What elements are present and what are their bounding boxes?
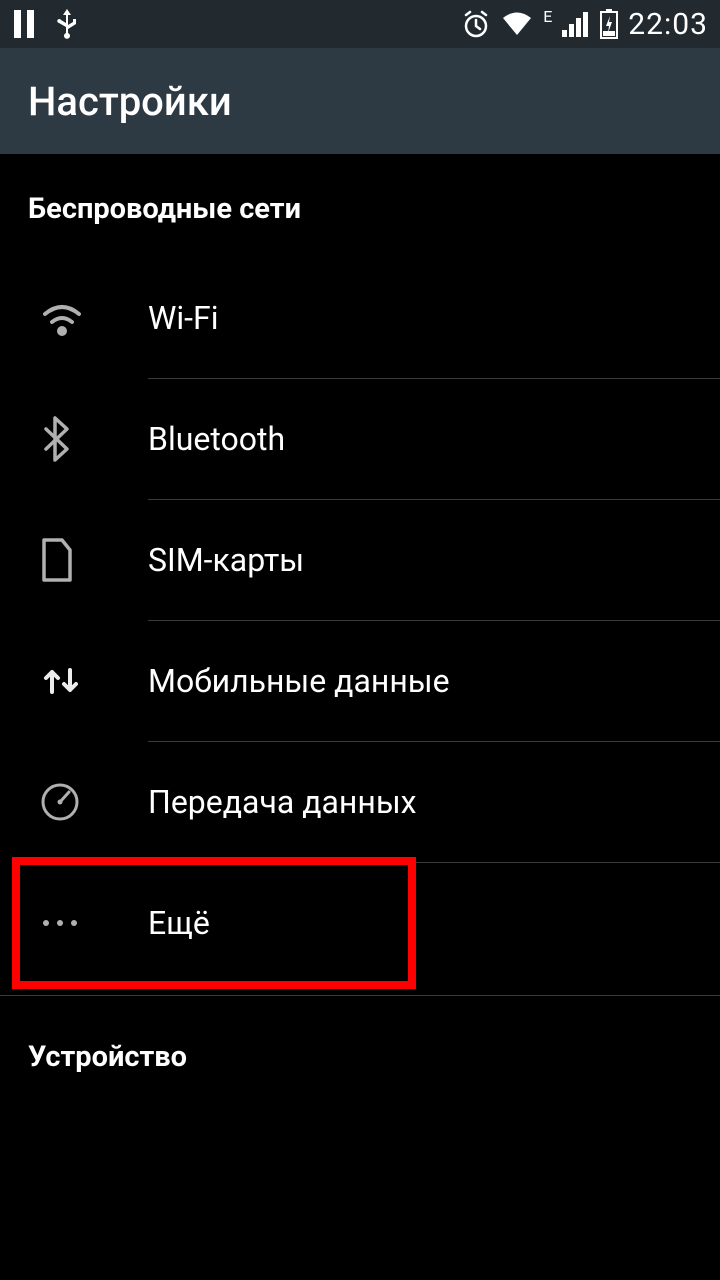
alarm-icon [461, 9, 491, 39]
sim-icon [40, 538, 74, 582]
settings-item-data-usage[interactable]: Передача данных [0, 742, 720, 862]
more-icon [40, 918, 80, 928]
settings-content: Беспроводные сети Wi-Fi Bluetooth SIM-ка… [0, 154, 720, 1094]
wifi-icon [501, 11, 533, 37]
network-type-label: E [543, 7, 552, 26]
settings-item-label: Передача данных [148, 783, 417, 821]
settings-item-wifi[interactable]: Wi-Fi [0, 258, 720, 378]
status-bar: E 22:03 [0, 0, 720, 48]
section-header-wireless: Беспроводные сети [0, 154, 720, 258]
settings-item-bluetooth[interactable]: Bluetooth [0, 379, 720, 499]
settings-item-label: SIM-карты [148, 541, 304, 579]
wifi-icon [40, 300, 84, 336]
gauge-icon [40, 782, 80, 822]
pause-icon [12, 10, 36, 38]
status-time: 22:03 [628, 7, 708, 42]
signal-icon [562, 11, 590, 37]
settings-item-label: Ещё [148, 904, 210, 942]
bluetooth-icon [40, 416, 70, 462]
page-title: Настройки [28, 78, 232, 125]
settings-item-sim[interactable]: SIM-карты [0, 500, 720, 620]
app-bar: Настройки [0, 48, 720, 154]
battery-icon [600, 9, 618, 39]
settings-item-label: Мобильные данные [148, 662, 450, 700]
settings-item-label: Wi-Fi [148, 299, 218, 337]
settings-item-mobile-data[interactable]: Мобильные данные [0, 621, 720, 741]
settings-item-label: Bluetooth [148, 420, 285, 458]
usb-icon [56, 7, 78, 41]
data-arrows-icon [40, 662, 82, 700]
section-header-device: Устройство [0, 996, 720, 1094]
settings-item-more[interactable]: Ещё [0, 863, 720, 983]
